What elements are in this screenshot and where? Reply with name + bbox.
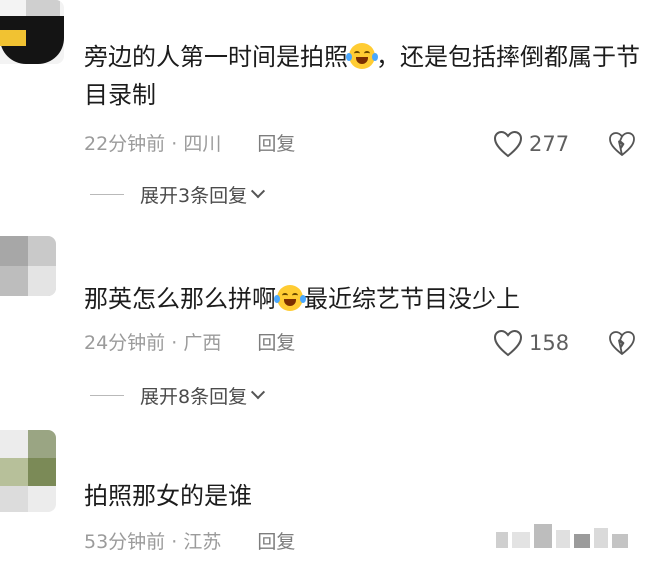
like-count: 277 — [529, 132, 570, 156]
chevron-down-icon — [251, 385, 266, 400]
comment-location: 四川 — [183, 133, 222, 155]
laughing-tears-emoji-icon — [274, 285, 306, 311]
broken-heart-icon[interactable] — [608, 329, 636, 357]
comment-text: 那英怎么那么拼啊 最近综艺节目没少上 — [84, 285, 520, 313]
reply-button[interactable]: 回复 — [257, 531, 295, 553]
avatar[interactable] — [0, 430, 56, 512]
comment-text: 旁边的人第一时间是拍照 ，还是包括摔倒都属于节目录制 — [84, 43, 640, 109]
comment-list: 旁边的人第一时间是拍照 ，还是包括摔倒都属于节目录制 22分钟前 · 四川 回复 … — [0, 0, 660, 566]
heart-outline-icon — [493, 329, 523, 357]
avatar[interactable] — [0, 236, 56, 296]
reply-button[interactable]: 回复 — [257, 332, 295, 354]
avatar[interactable] — [0, 0, 64, 64]
comment-location: 江苏 — [183, 531, 222, 553]
divider — [90, 394, 124, 396]
chevron-down-icon — [251, 184, 266, 199]
comment-time: 24分钟前 — [84, 332, 166, 354]
meta-separator: · — [165, 133, 184, 155]
meta-separator: · — [165, 531, 184, 553]
like-count: 158 — [529, 331, 570, 355]
comment-location: 广西 — [183, 332, 222, 354]
meta-separator: · — [165, 332, 184, 354]
heart-outline-icon — [493, 130, 523, 158]
blurred-watermark — [496, 520, 636, 556]
like-button[interactable]: 158 — [493, 328, 569, 358]
comment-time: 22分钟前 — [84, 133, 166, 155]
broken-heart-icon[interactable] — [608, 130, 636, 158]
comment-meta: 22分钟前 · 四川 回复 — [84, 130, 295, 158]
expand-replies-button[interactable]: 展开8条回复 — [90, 381, 266, 409]
comment-time: 53分钟前 — [84, 531, 166, 553]
like-button[interactable]: 277 — [493, 129, 569, 159]
divider — [90, 193, 124, 195]
comment-text: 拍照那女的是谁 — [84, 482, 252, 510]
reply-button[interactable]: 回复 — [257, 133, 295, 155]
laughing-tears-emoji-icon — [346, 43, 378, 69]
comment-meta: 24分钟前 · 广西 回复 — [84, 329, 295, 357]
comment-meta: 53分钟前 · 江苏 回复 — [84, 528, 295, 556]
expand-replies-button[interactable]: 展开3条回复 — [90, 180, 266, 208]
